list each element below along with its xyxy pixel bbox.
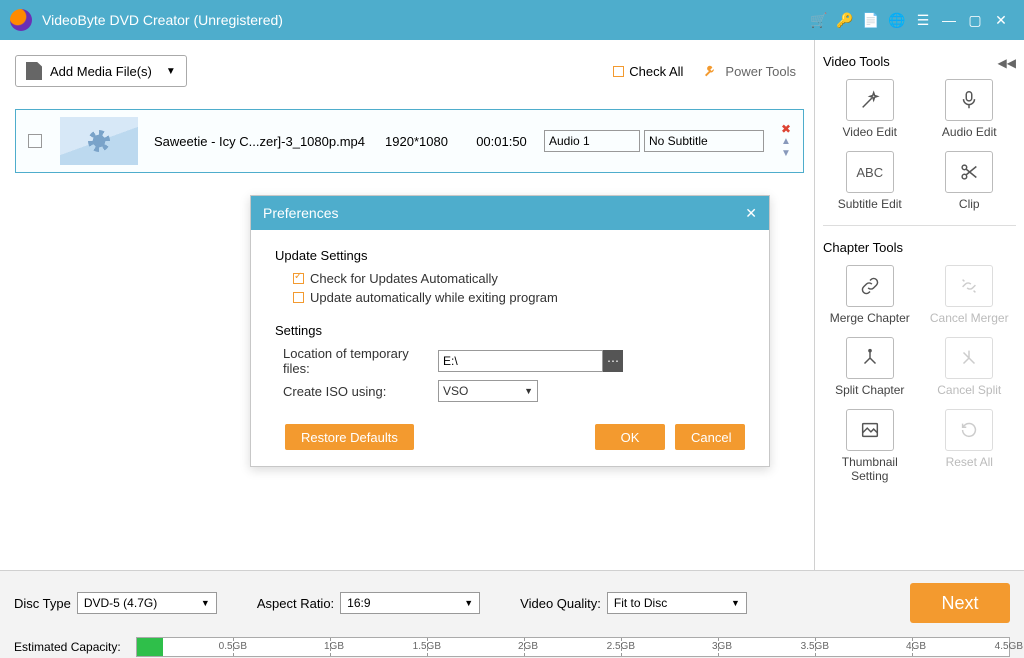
auto-check-checkbox[interactable] [293,273,304,284]
capacity-bar: 0.5GB1GB1.5GB2GB2.5GB3GB3.5GB4GB4.5GB [136,637,1010,657]
auto-check-label: Check for Updates Automatically [310,271,498,286]
close-icon[interactable]: ✕ [988,12,1014,29]
menu-icon[interactable]: ☰ [910,12,936,29]
capacity-tick: 1.5GB [331,638,428,656]
dialog-titlebar: Preferences ✕ [251,196,769,230]
power-tools-button[interactable]: Power Tools [703,63,796,79]
capacity-tick: 0.5GB [137,638,234,656]
collapse-sidebar-icon[interactable]: ◀◀ [998,56,1016,70]
image-icon [859,419,881,441]
video-tools-header: Video Tools [823,54,1016,69]
media-duration: 00:01:50 [459,134,544,149]
preferences-dialog: Preferences ✕ Update Settings Check for … [250,195,770,467]
capacity-tick: 4GB [816,638,913,656]
chevron-down-icon: ▼ [731,598,740,608]
title-bar: VideoByte DVD Creator (Unregistered) 🛒 🔑… [0,0,1024,40]
link-icon [859,275,881,297]
update-exiting-label: Update automatically while exiting progr… [310,290,558,305]
dialog-close-icon[interactable]: ✕ [745,205,757,222]
cancel-button[interactable]: Cancel [675,424,745,450]
check-all[interactable]: Check All [613,64,683,79]
iso-label: Create ISO using: [283,384,438,399]
chevron-down-icon: ▼ [464,598,473,608]
move-up-icon[interactable]: ▲ [781,137,791,147]
chevron-down-icon: ▼ [166,66,176,77]
capacity-tick: 3GB [622,638,719,656]
aspect-ratio-select[interactable]: 16:9▼ [340,592,480,614]
check-all-label: Check All [629,64,683,79]
capacity-tick: 2GB [428,638,525,656]
app-logo-icon [10,9,32,31]
capacity-tick: 4.5GB [913,638,1009,656]
scissors-icon [958,161,980,183]
dialog-title: Preferences [263,205,338,221]
media-resolution: 1920*1080 [374,134,459,149]
wand-icon [859,89,881,111]
move-down-icon[interactable]: ▼ [781,149,791,159]
temp-files-input[interactable] [438,350,603,372]
capacity-tick: 2.5GB [525,638,622,656]
unlink-icon [958,275,980,297]
update-settings-header: Update Settings [275,248,745,263]
audio-select[interactable]: Audio 1 [544,130,640,152]
next-button[interactable]: Next [910,583,1010,623]
clip-tool[interactable]: Clip [923,151,1017,211]
audio-edit-tool[interactable]: Audio Edit [923,79,1017,139]
cancel-split-icon [958,347,980,369]
subtitle-edit-tool[interactable]: ABC Subtitle Edit [823,151,917,211]
capacity-tick: 1GB [234,638,331,656]
bottom-bar: Disc Type DVD-5 (4.7G)▼ Aspect Ratio: 16… [0,570,1024,658]
mic-icon [958,89,980,111]
power-tools-label: Power Tools [725,64,796,79]
chevron-down-icon: ▼ [201,598,210,608]
video-quality-label: Video Quality: [520,596,601,611]
update-exiting-checkbox[interactable] [293,292,304,303]
disc-type-select[interactable]: DVD-5 (4.7G)▼ [77,592,217,614]
thumbnail-setting-tool[interactable]: Thumbnail Setting [823,409,917,483]
chapter-tools-header: Chapter Tools [823,240,1016,255]
iso-select[interactable]: VSO▼ [438,380,538,402]
ok-button[interactable]: OK [595,424,665,450]
temp-files-label: Location of temporary files: [283,346,438,376]
merge-chapter-tool[interactable]: Merge Chapter [823,265,917,325]
chevron-down-icon: ▼ [524,386,533,396]
settings-header: Settings [275,323,745,338]
file-icon [26,62,42,80]
subtitle-select[interactable]: No Subtitle [644,130,764,152]
media-thumbnail[interactable] [60,117,138,165]
app-title: VideoByte DVD Creator (Unregistered) [42,12,283,28]
remove-media-icon[interactable]: ✖ [781,123,791,135]
media-filename: Saweetie - Icy C...zer]-3_1080p.mp4 [154,134,374,149]
disc-type-label: Disc Type [14,596,71,611]
cancel-merger-tool: Cancel Merger [923,265,1017,325]
page-icon[interactable]: 📄 [858,12,884,29]
browse-button[interactable]: ⋯ [603,350,623,372]
split-icon [859,347,881,369]
video-quality-select[interactable]: Fit to Disc▼ [607,592,747,614]
split-chapter-tool[interactable]: Split Chapter [823,337,917,397]
globe-icon[interactable]: 🌐 [884,12,910,29]
reset-all-tool: Reset All [923,409,1017,483]
wrench-icon [703,63,719,79]
add-media-button[interactable]: Add Media File(s) ▼ [15,55,187,87]
cancel-split-tool: Cancel Split [923,337,1017,397]
maximize-icon[interactable]: ▢ [962,12,988,29]
minimize-icon[interactable]: — [936,12,962,28]
aspect-ratio-label: Aspect Ratio: [257,596,334,611]
abc-icon: ABC [856,165,883,180]
key-icon[interactable]: 🔑 [832,12,858,29]
restore-defaults-button[interactable]: Restore Defaults [285,424,414,450]
capacity-label: Estimated Capacity: [14,640,136,654]
add-media-label: Add Media File(s) [50,64,152,79]
media-row[interactable]: Saweetie - Icy C...zer]-3_1080p.mp4 1920… [15,109,804,173]
media-checkbox[interactable] [28,134,42,148]
reset-icon [958,419,980,441]
cart-icon[interactable]: 🛒 [806,12,832,29]
capacity-tick: 3.5GB [719,638,816,656]
check-all-checkbox[interactable] [613,66,624,77]
video-edit-tool[interactable]: Video Edit [823,79,917,139]
